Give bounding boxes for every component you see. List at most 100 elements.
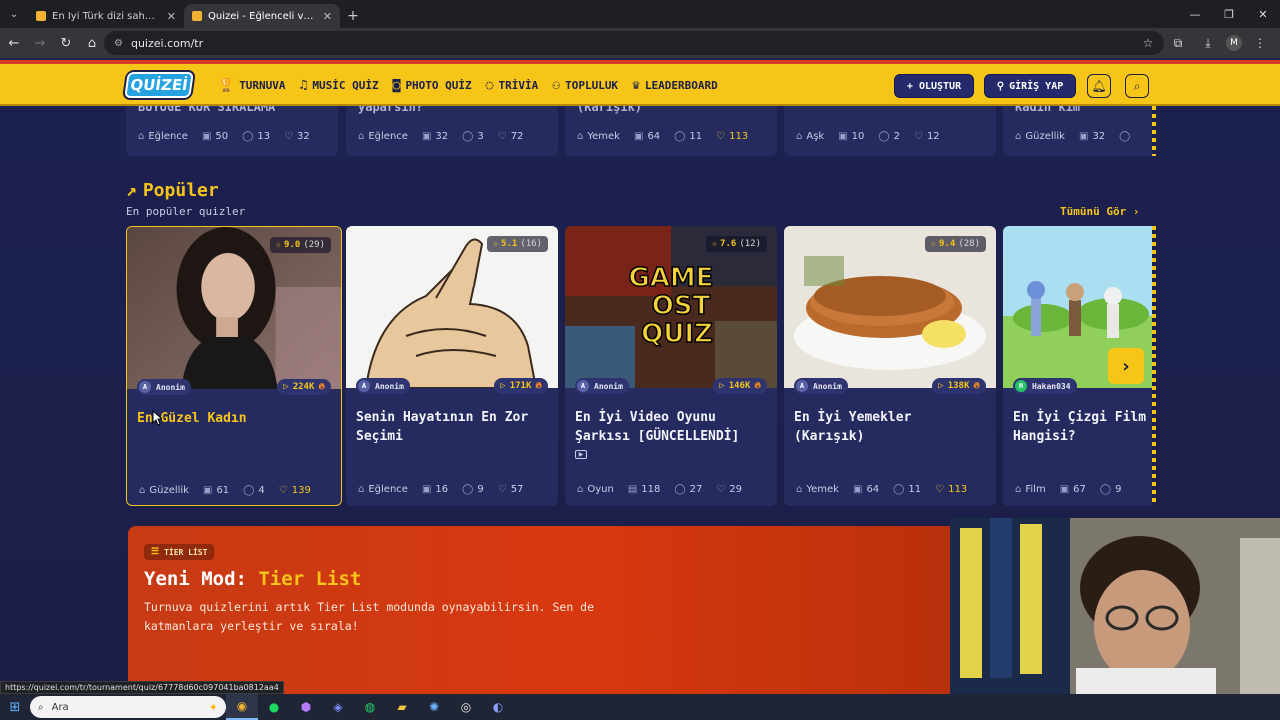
- taskbar-search-input[interactable]: ⌕ Ara ✦: [30, 696, 226, 718]
- home-icon[interactable]: ⌂: [80, 31, 104, 55]
- quiz-card[interactable]: GAME OST QUIZ ☆ 7.6 (12) A Anonim ▷ 146K 🔥︎ E…: [565, 226, 777, 506]
- comment-icon: ◯: [893, 484, 905, 495]
- file-explorer-icon[interactable]: ▰: [386, 694, 418, 720]
- card-meta: ⌂ Eğlence ▣ 16 ◯ 9 ♡ 57: [358, 484, 537, 495]
- heart-icon[interactable]: ♡: [935, 484, 944, 495]
- quiz-card[interactable]: ☆ 9.4 (28) A Anonim ▷ 138K 🔥︎ En İyi Yemekler…: [784, 226, 996, 506]
- browser-menu-icon[interactable]: ⋮: [1248, 31, 1272, 55]
- nav-photo-quiz[interactable]: ◙ PHOTO QUİZ: [393, 78, 472, 93]
- app-icon[interactable]: ◎: [450, 694, 482, 720]
- category: ⌂ Aşk: [796, 131, 825, 142]
- site-logo[interactable]: QUİZEİ: [124, 72, 194, 98]
- video-icon: ▶: [575, 450, 587, 459]
- comment-icon: ◯: [242, 131, 254, 142]
- quiz-card[interactable]: ☆ 5.1 (16) A Anonim ▷ 171K 🔥︎ Senin Hayatının…: [346, 226, 558, 506]
- new-tab-button[interactable]: +: [340, 4, 366, 28]
- nav-trivia[interactable]: ◌ TRİVİA: [486, 78, 539, 93]
- spotify-app-icon[interactable]: ●: [258, 694, 290, 720]
- nav-leaderboard[interactable]: ♛ LEADERBOARD: [632, 78, 718, 93]
- chrome-app-icon[interactable]: ◉: [226, 694, 258, 720]
- tab-favicon-icon: [36, 11, 46, 21]
- back-icon[interactable]: ←: [2, 31, 26, 55]
- comment-icon: ◯: [674, 484, 686, 495]
- card-meta: ⌂ Güzellik ▣ 61 ◯ 4 ♡ 139: [139, 485, 325, 496]
- quiz-card[interactable]: ⌂ Aşk ▣ 10 ◯ 2 ♡ 12: [784, 106, 996, 156]
- carousel-next-button[interactable]: ›: [1108, 348, 1144, 384]
- card-title: BÜYÜĞE KÜR SIRALAMA: [138, 106, 276, 114]
- forward-icon[interactable]: →: [28, 31, 52, 55]
- heart-icon[interactable]: ♡: [498, 484, 507, 495]
- notification-bell-icon[interactable]: 🔔︎: [1087, 74, 1111, 98]
- card-title: En İyi Çizgi Film Hangisi?: [1013, 410, 1147, 444]
- download-icon[interactable]: ⤓: [1196, 31, 1220, 55]
- tier-list-banner[interactable]: ☰ TİER LİST Yeni Mod: Tier List Turnuva q…: [128, 526, 958, 694]
- heart-icon[interactable]: ♡: [279, 485, 288, 496]
- profile-avatar[interactable]: M: [1226, 35, 1242, 51]
- see-all-link[interactable]: Tümünü Gör ›: [1060, 205, 1139, 218]
- author-chip[interactable]: A Anonim: [575, 378, 629, 394]
- avatar: A: [358, 380, 370, 392]
- extensions-icon[interactable]: ⧉: [1166, 31, 1190, 55]
- heart-icon[interactable]: ♡: [284, 131, 293, 142]
- minimize-icon[interactable]: —: [1178, 0, 1212, 28]
- author-chip[interactable]: A Anonim: [356, 378, 410, 394]
- comment-icon: ◯: [674, 131, 686, 142]
- play-count-badge: ▷ 171K 🔥︎: [494, 378, 548, 394]
- whatsapp-app-icon[interactable]: ◍: [354, 694, 386, 720]
- close-window-icon[interactable]: ✕: [1246, 0, 1280, 28]
- nav-topluluk[interactable]: ⚇ TOPLULUK: [552, 78, 618, 93]
- trending-icon: ↗: [126, 180, 137, 201]
- author-chip[interactable]: A Anonim: [794, 378, 848, 394]
- heart-icon[interactable]: ♡: [498, 131, 507, 142]
- section-title: ↗ Popüler: [126, 180, 219, 201]
- browser-tab-quizei[interactable]: Quizei - Eğlenceli ve etkileşimli ✕: [184, 4, 340, 28]
- heart-icon[interactable]: ♡: [914, 131, 923, 142]
- category: ⌂ Eğlence: [358, 131, 408, 142]
- avatar: A: [577, 380, 589, 392]
- webcam-overlay: [950, 518, 1280, 694]
- author-chip[interactable]: H Hakan034: [1013, 378, 1077, 394]
- quiz-card[interactable]: yaparsın? ⌂ Eğlence ▣ 32 ◯ 3 ♡ 72: [346, 106, 558, 156]
- question-count: ▣ 32: [421, 131, 449, 142]
- quiz-card[interactable]: (Karışık) ⌂ Yemek ▣ 64 ◯ 11 ♡ 113: [565, 106, 777, 156]
- bookmark-star-icon[interactable]: ☆: [1136, 31, 1160, 55]
- comment-icon: ◯: [1099, 484, 1112, 495]
- browser-tab-tierlist[interactable]: En İyi Türk dizi sahnesi - Tier List ✕: [28, 4, 184, 28]
- quiz-card[interactable]: Kadın kim ⌂ Güzellik ▣ 32 ◯: [1003, 106, 1156, 156]
- tab-close-icon[interactable]: ✕: [167, 10, 176, 23]
- rating-badge: ☆ 9.0 (29): [269, 237, 331, 253]
- search-icon[interactable]: ⌕: [1125, 74, 1149, 98]
- nav-music-quiz[interactable]: ♫ MUSİC QUİZ: [300, 78, 379, 93]
- exodus-app-icon[interactable]: ⬢: [290, 694, 322, 720]
- tier-list-badge: ☰ TİER LİST: [144, 544, 215, 560]
- author-chip[interactable]: A Anonim: [137, 379, 191, 395]
- like-count: ♡ 113: [716, 131, 749, 142]
- scroll-edge-hatch: [1152, 106, 1156, 156]
- windows-start-icon[interactable]: ⊞: [0, 694, 30, 720]
- discord-app-icon[interactable]: ◐: [482, 694, 514, 720]
- image-icon: ▣: [838, 131, 848, 142]
- tab-search-icon[interactable]: ⌄: [0, 0, 28, 28]
- comment-count: ◯ 13: [242, 131, 271, 142]
- card-title: En İyi Video Oyunu Şarkısı [GÜNCELLENDİ]: [575, 410, 740, 444]
- nav-turnuva[interactable]: 🏆 TURNUVA: [218, 78, 286, 93]
- app-icon[interactable]: ✺: [418, 694, 450, 720]
- nav-label: TURNUVA: [239, 78, 286, 92]
- like-count: ♡ 12: [913, 131, 940, 142]
- star-icon: ☆: [492, 239, 499, 249]
- restore-icon[interactable]: ❐: [1212, 0, 1246, 28]
- fire-icon: 🔥︎: [973, 381, 980, 391]
- tab-close-icon[interactable]: ✕: [323, 10, 332, 23]
- address-bar[interactable]: ⚙ quizei.com/tr: [104, 31, 1164, 55]
- question-count: ▣ 10: [838, 131, 865, 142]
- site-info-icon[interactable]: ⚙: [114, 38, 123, 49]
- login-button[interactable]: ⚲ GİRİŞ YAP: [984, 74, 1076, 98]
- reload-icon[interactable]: ↻: [54, 31, 78, 55]
- quiz-card[interactable]: BÜYÜĞE KÜR SIRALAMA ⌂ Eğlence ▣ 50 ◯ 13 ♡ 32: [126, 106, 338, 156]
- heart-icon[interactable]: ♡: [716, 131, 725, 142]
- fire-icon: 🔥︎: [318, 382, 325, 392]
- app-icon[interactable]: ◈: [322, 694, 354, 720]
- create-button[interactable]: + OLUŞTUR: [894, 74, 974, 98]
- heart-icon[interactable]: ♡: [716, 484, 725, 495]
- quiz-card[interactable]: ☆ 9.0 (29) A Anonim ▷ 224K 🔥︎ En Güzel Kadın …: [126, 226, 342, 506]
